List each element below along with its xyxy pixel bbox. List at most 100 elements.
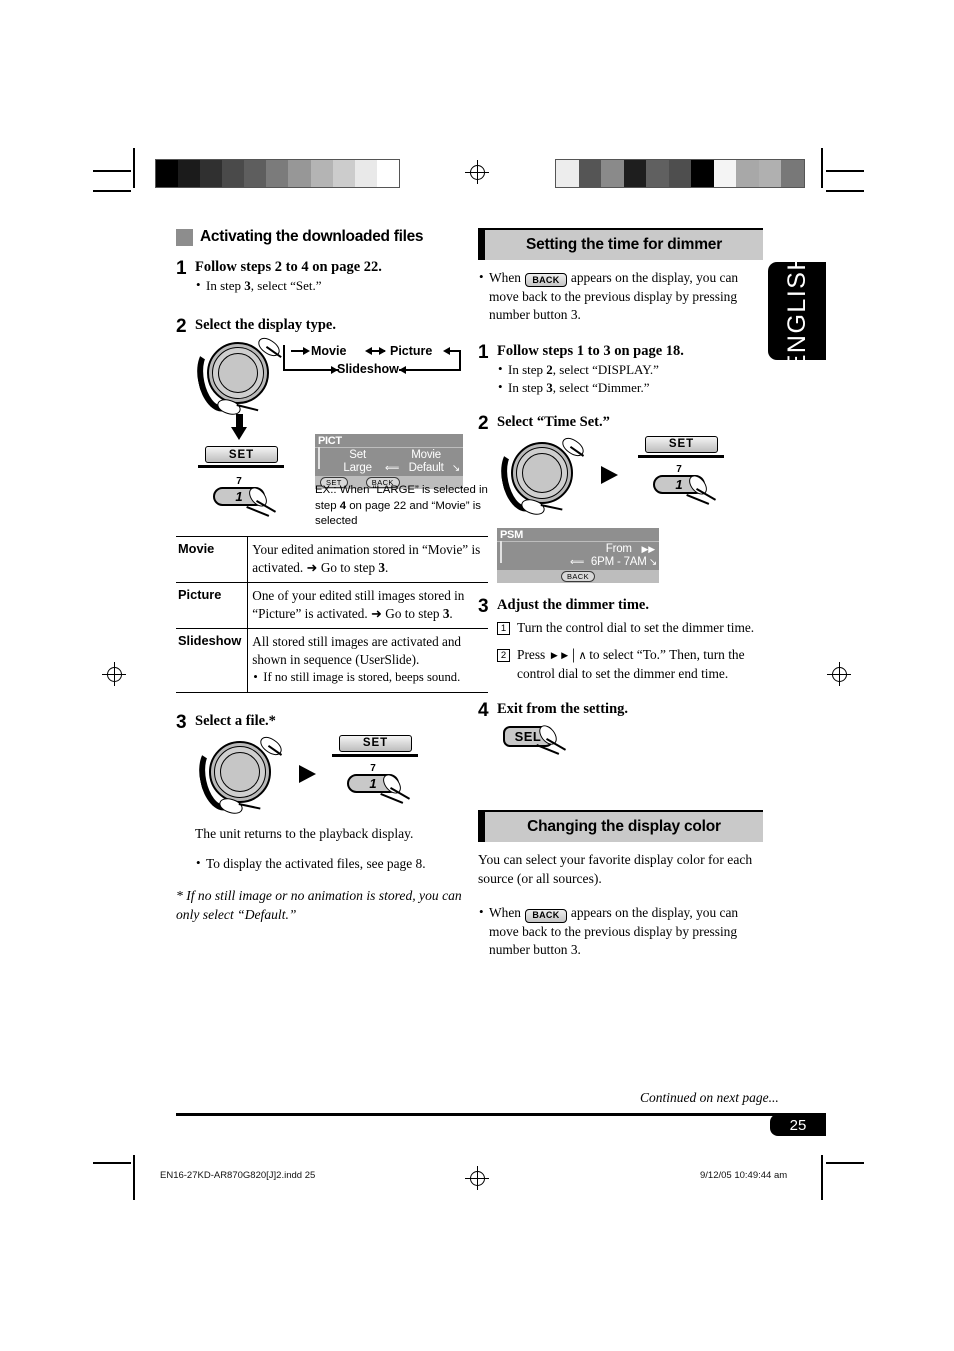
step-title: Select a file.* [195, 713, 276, 730]
grayscale-swatch [646, 160, 669, 187]
crop-mark-tl-v [133, 148, 135, 188]
language-tab-label: ENGLISH [782, 250, 811, 372]
heading-text: Activating the downloaded files [200, 228, 424, 245]
grayscale-swatch [578, 160, 602, 187]
set-button-graphic[interactable]: SET [198, 446, 284, 469]
list-item: In step 3, select “Dimmer.” [497, 378, 763, 397]
back-key-icon: BACK [525, 273, 567, 288]
step-title: Exit from the setting. [497, 701, 629, 718]
example-label: EX.: [315, 484, 337, 497]
step-number: 1 [478, 341, 489, 363]
grayscale-bar-right [555, 159, 805, 188]
lcd-footer: BACK [497, 569, 659, 583]
substep-text: Turn the control dial to set the dimmer … [517, 620, 755, 636]
fastforward-up-icon: ►►│ ∧ [548, 650, 587, 663]
left-step-2: 2 Select the display type. Movie Picture… [176, 317, 488, 693]
grayscale-swatch [332, 160, 355, 187]
lcd-row-2: Large ⟸ Default ↘ [322, 462, 460, 475]
number-button-upper-label: 7 [236, 476, 242, 488]
table-row: Movie Your edited animation stored in “M… [176, 536, 488, 583]
grayscale-swatch [758, 160, 782, 187]
t1: 1 [576, 342, 584, 359]
right-arrow-icon [299, 764, 316, 783]
set-button-graphic[interactable]: SET [332, 734, 418, 757]
grayscale-swatch [222, 160, 245, 187]
set-and-lcd-graphic: SET 7 1 PICT Set Movie Large ⟸ Default ↘… [195, 414, 488, 527]
table-bullets: If no still image is stored, beeps sound… [252, 668, 482, 686]
substep-2: 2 Press ►►│ ∧ to select “To.” Then, turn… [497, 646, 763, 683]
footnote-text: * If no still image or no animation is s… [176, 888, 462, 922]
grayscale-swatch [178, 160, 201, 187]
t4: on page 22. [308, 259, 382, 275]
select-file-graphic: SET 7 1 [193, 732, 488, 827]
flow-arrow-1 [303, 347, 310, 356]
grayscale-swatch [156, 160, 179, 187]
lcd-down-arrow-icon: ↘ [451, 463, 460, 475]
date-text: 9/12/05 10:49:44 am [700, 1170, 788, 1181]
list-item: In step 2, select “DISPLAY.” [497, 360, 763, 379]
step-title: Select “Time Set.” [497, 414, 610, 431]
set-button-graphic[interactable]: SET [638, 435, 724, 458]
b0: In step [508, 361, 547, 377]
filename-text: EN16-27KD-AR870G820[J]2.indd 25 [160, 1170, 316, 1181]
step-title: Follow steps 2 to 4 on page 22. [195, 259, 488, 276]
step-bullets: In step 3, select “Set.” [195, 276, 488, 295]
flow-arrow-6 [399, 366, 406, 375]
registration-mark-right [827, 662, 851, 686]
table-value-picture: One of your edited still images stored i… [248, 583, 488, 629]
table-key-slideshow: Slideshow [176, 628, 249, 693]
list-item: If no still image is stored, beeps sound… [252, 668, 482, 686]
flow-arrow-3 [379, 347, 386, 356]
substep-number: 2 [497, 649, 510, 663]
page-number: 25 [789, 1116, 807, 1134]
control-dial-icon [191, 342, 269, 416]
grayscale-swatch [713, 160, 737, 187]
step-number: 4 [478, 700, 489, 722]
lcd-row2-right: 6PM - 7AM [590, 555, 647, 568]
right-column: Setting the time for dimmer When BACK ap… [478, 228, 763, 960]
flow-line-7 [399, 369, 461, 372]
display-color-intro: You can select your favorite display col… [478, 852, 753, 886]
v0: All stored still images are activated an… [252, 634, 462, 667]
right-step-3: 3 Adjust the dimmer time. 1 Turn the con… [478, 596, 763, 683]
right-step-4: 4 Exit from the setting. SEL [478, 701, 763, 766]
arrow-icon: ➜ [370, 605, 382, 621]
substep-number: 1 [497, 622, 510, 636]
step-title: Select the display type. [195, 317, 336, 334]
set-button-base [638, 454, 724, 458]
flow-arrow-5 [331, 366, 338, 375]
step-bullets: In step 2, select “DISPLAY.” In step 3, … [497, 360, 763, 397]
lcd-row-1: From ▶▶ [504, 543, 655, 556]
left-column: Activating the downloaded files 1 Follow… [176, 228, 488, 924]
step-number: 2 [478, 413, 489, 435]
right-arrow-icon [601, 465, 618, 484]
step-title: Adjust the dimmer time. [497, 596, 649, 613]
s0: Press [517, 647, 549, 663]
crop-mark-tl-h [93, 170, 131, 172]
b2: , select “DISPLAY.” [552, 361, 659, 377]
grayscale-swatch [266, 160, 289, 187]
manual-page: ENGLISH Activating the downloaded files … [0, 0, 954, 1351]
crop-mark-tr-h2 [826, 190, 864, 192]
t3: 3 [603, 342, 611, 359]
table-key-movie: Movie [176, 536, 249, 583]
flow-label-picture: Picture [390, 344, 433, 359]
grayscale-swatch [288, 160, 311, 187]
lcd-row-1: Set Movie [322, 449, 459, 462]
sel-button-graphic: SEL [497, 722, 763, 766]
flow-label-slideshow: Slideshow [337, 362, 399, 377]
lcd-row-2: ⟸ 6PM - 7AM ↘ [504, 555, 657, 569]
lcd-row1-left: Set [349, 449, 366, 462]
grayscale-swatch [244, 160, 267, 187]
flow-arrow-2 [365, 347, 372, 356]
grayscale-swatch [376, 160, 399, 187]
t0: Follow steps [195, 259, 275, 275]
lcd-panel-pict: PICT Set Movie Large ⟸ Default ↘ SET BAC… [315, 434, 463, 490]
list-item: When BACK appears on the display, you ca… [478, 903, 763, 960]
lcd-scroll-indicator [318, 447, 320, 470]
lcd-back-key: BACK [560, 570, 596, 582]
flow-line-1 [283, 345, 285, 372]
set-button-label: SET [205, 446, 278, 464]
display-color-note: When BACK appears on the display, you ca… [478, 903, 763, 960]
crop-mark-tr-h [826, 170, 864, 172]
